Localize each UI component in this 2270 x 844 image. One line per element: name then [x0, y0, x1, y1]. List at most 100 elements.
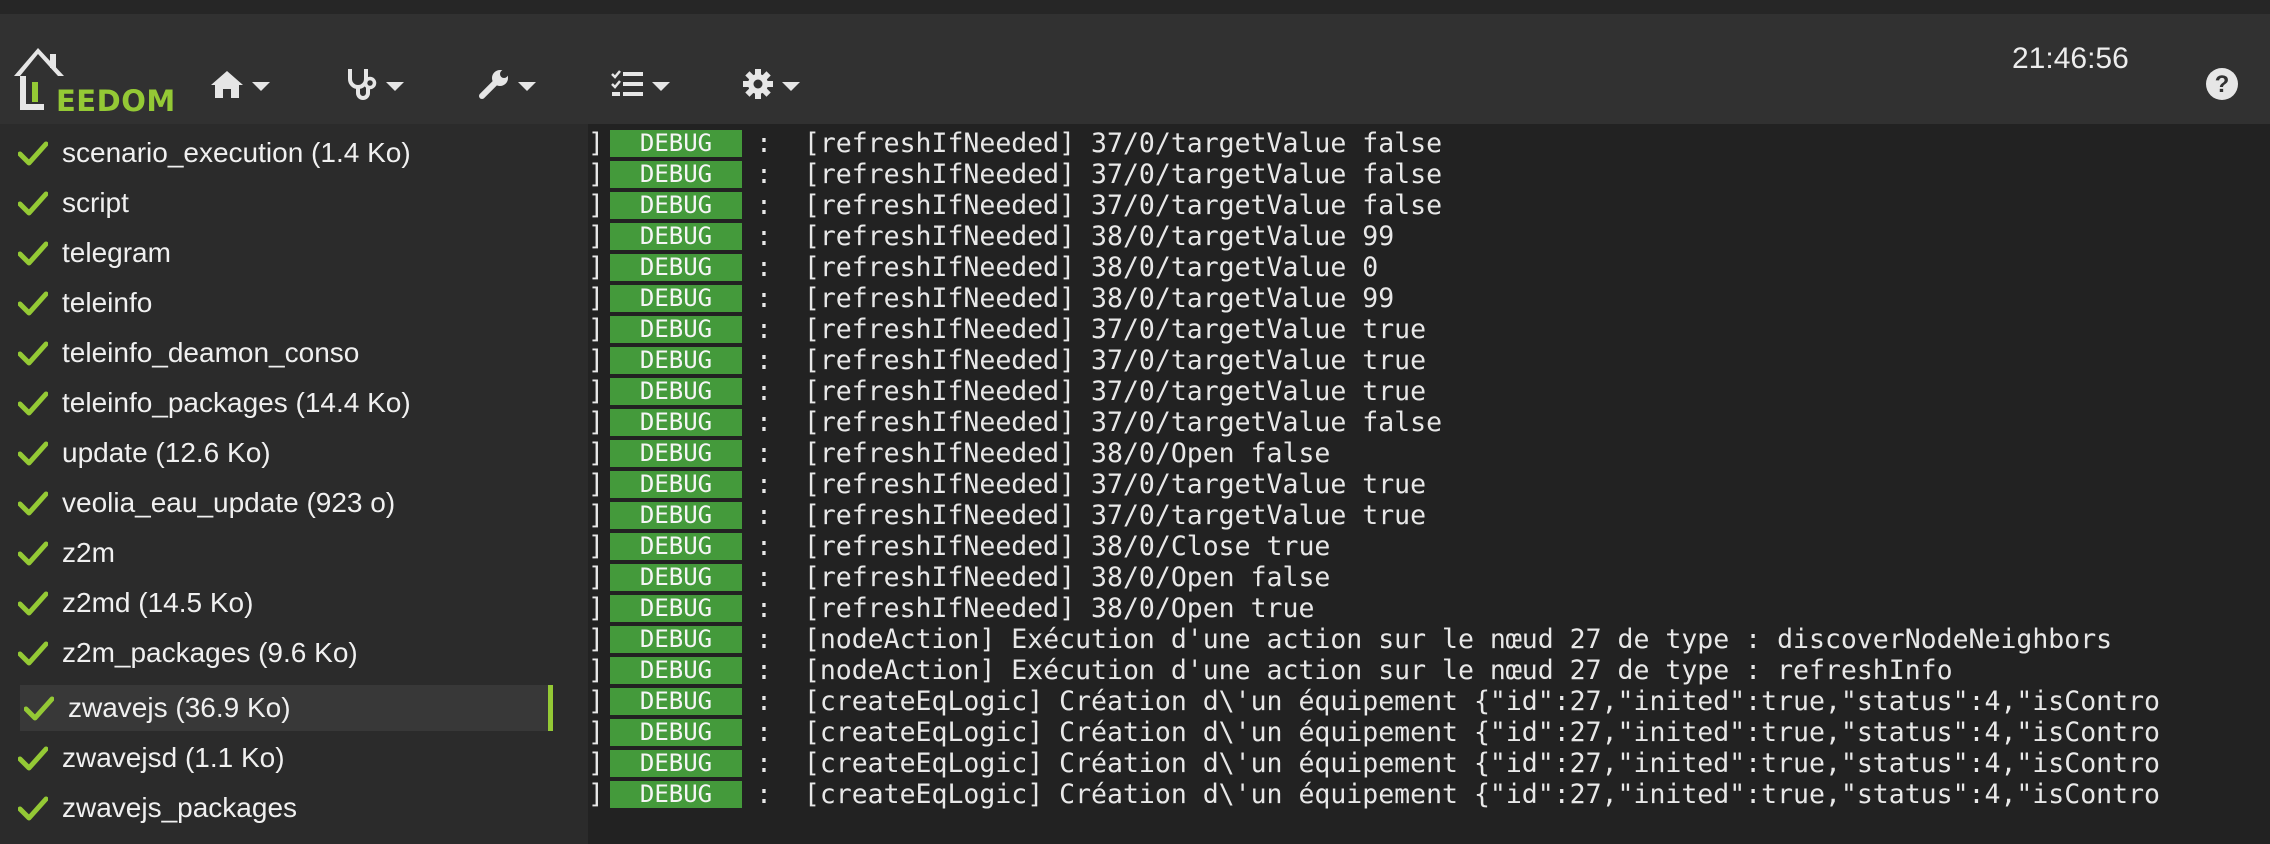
- check-icon: [18, 191, 48, 216]
- sidebar-item[interactable]: z2m: [18, 530, 115, 576]
- log-level-badge: DEBUG: [610, 347, 742, 374]
- sidebar-item[interactable]: veolia_eau_update (923 o): [18, 480, 395, 526]
- check-icon: [18, 541, 48, 566]
- check-icon: [18, 491, 48, 516]
- question-circle-icon[interactable]: ?: [2206, 68, 2238, 100]
- stethoscope-icon: [348, 69, 377, 100]
- log-message: : [refreshIfNeeded] 37/0/targetValue fal…: [756, 190, 1443, 221]
- nav-settings-menu[interactable]: [742, 64, 800, 104]
- sidebar-item[interactable]: teleinfo: [18, 280, 152, 326]
- sidebar-item-label: zwavejs_packages: [62, 792, 298, 823]
- tasks-icon: [611, 70, 643, 96]
- log-level-badge: DEBUG: [610, 378, 742, 405]
- log-level-badge: DEBUG: [610, 688, 742, 715]
- nav-home-menu[interactable]: [210, 64, 270, 104]
- log-message: : [createEqLogic] Création d\'un équipem…: [756, 748, 2160, 779]
- log-line: ] DEBUG: [nodeAction] Exécution d'une act…: [588, 655, 1953, 686]
- log-level-badge: DEBUG: [610, 223, 742, 250]
- sidebar-item[interactable]: update (12.6 Ko): [18, 430, 271, 476]
- sidebar-item[interactable]: script: [18, 180, 129, 226]
- log-bracket: ]: [588, 624, 604, 655]
- chevron-down-icon: [652, 81, 670, 91]
- check-icon: [18, 591, 48, 616]
- log-level-badge: DEBUG: [610, 130, 742, 157]
- check-icon: [18, 391, 48, 416]
- home-icon: [211, 71, 243, 98]
- sidebar-item[interactable]: z2md (14.5 Ko): [18, 580, 253, 626]
- log-message: : [refreshIfNeeded] 37/0/targetValue fal…: [756, 128, 1443, 159]
- sidebar-item-label: telegram: [62, 237, 171, 268]
- log-bracket: ]: [588, 748, 604, 779]
- sidebar-item-label: teleinfo_packages (14.4 Ko): [62, 387, 411, 418]
- log-message: : [nodeAction] Exécution d'une action su…: [756, 655, 1953, 686]
- log-message: : [refreshIfNeeded] 37/0/targetValue tru…: [756, 314, 1427, 345]
- log-line: ] DEBUG: [refreshIfNeeded] 38/0/Open fals…: [588, 438, 1330, 469]
- log-message: : [createEqLogic] Création d\'un équipem…: [756, 779, 2160, 810]
- log-line: ] DEBUG: [createEqLogic] Création d\'un é…: [588, 779, 2160, 810]
- jeedom-logo[interactable]: EEDOM: [12, 32, 175, 118]
- log-level-badge: DEBUG: [610, 409, 742, 436]
- log-level-badge: DEBUG: [610, 750, 742, 777]
- log-bracket: ]: [588, 190, 604, 221]
- log-line: ] DEBUG : [createEqLogic] Création d\'un é…: [588, 717, 2160, 748]
- log-level-badge: DEBUG: [610, 502, 742, 529]
- log-bracket: ]: [588, 531, 604, 562]
- log-message: : [refreshIfNeeded] 38/0/targetValue 99: [756, 283, 1395, 314]
- sidebar-item[interactable]: teleinfo_deamon_conso: [18, 330, 359, 376]
- logo-text: EEDOM: [56, 84, 176, 118]
- sidebar-item[interactable]: teleinfo_packages (14.4 Ko): [18, 380, 411, 426]
- log-message: : [createEqLogic] Création d\'un équipem…: [756, 686, 2160, 717]
- sidebar-item-label: teleinfo: [62, 287, 153, 318]
- nav-plugins-menu[interactable]: [610, 64, 670, 104]
- log-line: ] DEBUG: [refreshIfNeeded] 37/0/targetVal…: [588, 469, 1426, 500]
- log-line: ] DEBUG: [refreshIfNeeded] 37/0/targetVal…: [588, 500, 1426, 531]
- gear-icon: [743, 69, 773, 99]
- clock: 21:46:56: [2012, 42, 2129, 75]
- sidebar-item[interactable]: zwavejs_packages: [18, 785, 297, 831]
- sidebar-item[interactable]: z2m_packages (9.6 Ko): [18, 630, 358, 676]
- log-message: : [createEqLogic] Création d\'un équipem…: [756, 717, 2160, 748]
- log-message: : [refreshIfNeeded] 37/0/targetValue tru…: [756, 345, 1427, 376]
- log-line: ] DEBUG : [refreshIfNeeded] 37/0/targetVal…: [588, 345, 1426, 376]
- log-level-badge: DEBUG: [610, 161, 742, 188]
- sidebar-item[interactable]: scenario_execution (1.4 Ko): [18, 130, 411, 176]
- sidebar-item[interactable]: zwavejsd (1.1 Ko): [18, 735, 285, 781]
- sidebar-item-label: scenario_execution (1.4 Ko): [62, 137, 411, 168]
- sidebar-item[interactable]: zwavejs (36.9 Ko): [20, 685, 553, 731]
- log-bracket: ]: [588, 717, 604, 748]
- log-bracket: ]: [588, 283, 604, 314]
- chevron-down-icon: [782, 81, 800, 91]
- log-bracket: ]: [588, 593, 604, 624]
- log-level-badge: DEBUG: [610, 595, 742, 622]
- log-message: : [refreshIfNeeded] 37/0/targetValue fal…: [756, 159, 1443, 190]
- log-line: ] DEBUG: [createEqLogic] Création d\'un é…: [588, 686, 2160, 717]
- sidebar-item-label: zwavejsd (1.1 Ko): [62, 742, 285, 773]
- sidebar-item-label: z2m: [62, 537, 115, 568]
- log-line: ] DEBUG: [refreshIfNeeded] 38/0/targetVal…: [588, 283, 1394, 314]
- log-message: : [refreshIfNeeded] 38/0/Open false: [756, 438, 1331, 469]
- nav-tools-menu[interactable]: [478, 64, 536, 104]
- log-line: ] DEBUG: [refreshIfNeeded] 37/0/targetVal…: [588, 128, 1442, 159]
- check-icon: [18, 796, 48, 821]
- log-level-badge: DEBUG: [610, 719, 742, 746]
- sidebar-item-label: veolia_eau_update (923 o): [62, 487, 396, 518]
- log-line: ] DEBUG: [refreshIfNeeded] 38/0/Open true: [588, 593, 1314, 624]
- sidebar-item-label: z2md (14.5 Ko): [62, 587, 254, 618]
- log-bracket: ]: [588, 314, 604, 345]
- log-message: : [refreshIfNeeded] 38/0/targetValue 99: [756, 221, 1395, 252]
- log-level-badge: DEBUG: [610, 192, 742, 219]
- log-line: ] DEBUG : [refreshIfNeeded] 37/0/targetVal…: [588, 190, 1442, 221]
- log-bracket: ]: [588, 345, 604, 376]
- log-message: : [refreshIfNeeded] 38/0/Open false: [756, 562, 1331, 593]
- log-line: ] DEBUG: [refreshIfNeeded] 37/0/targetVal…: [588, 159, 1442, 190]
- log-level-badge: DEBUG: [610, 626, 742, 653]
- log-bracket: ]: [588, 655, 604, 686]
- log-line: ] DEBUG: [refreshIfNeeded] 37/0/targetVal…: [588, 407, 1442, 438]
- log-level-badge: DEBUG: [610, 471, 742, 498]
- nav-analysis-menu[interactable]: [346, 64, 404, 104]
- check-icon: [18, 441, 48, 466]
- log-level-badge: DEBUG: [610, 254, 742, 281]
- log-line: ] DEBUG: [nodeAction] Exécution d'une act…: [588, 624, 2112, 655]
- sidebar-item[interactable]: telegram: [18, 230, 171, 276]
- check-icon: [18, 141, 48, 166]
